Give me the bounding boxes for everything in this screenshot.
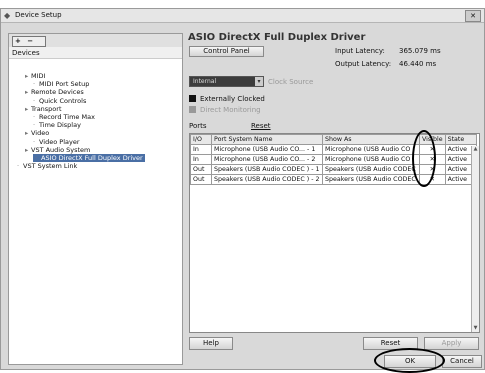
table-cell: Out bbox=[190, 174, 212, 185]
tree-item[interactable]: · Video Player bbox=[33, 138, 80, 146]
toolbar-buttons[interactable]: + − ⏮ bbox=[12, 36, 46, 54]
ok-button-highlight bbox=[374, 348, 445, 373]
scroll-up-icon[interactable]: ▲ bbox=[472, 146, 479, 153]
table-cell: Speakers (USB Audio CODEC ) - 1 bbox=[211, 164, 323, 175]
tree-item[interactable]: · Record Time Max bbox=[33, 113, 95, 121]
devices-header-label: Devices bbox=[12, 49, 40, 57]
tree-item[interactable]: ▸ Remote Devices bbox=[25, 88, 84, 96]
chevron-down-icon: ▾ bbox=[255, 77, 263, 86]
table-cell: Out bbox=[190, 164, 212, 175]
col-state: State bbox=[444, 134, 477, 145]
tree-item[interactable]: · VST System Link bbox=[17, 162, 77, 170]
apply-button[interactable]: Apply bbox=[424, 337, 479, 350]
tree-item-label: VST Audio System bbox=[31, 145, 91, 154]
clock-source-label: Clock Source bbox=[268, 78, 314, 86]
tree-item-label: MIDI Port Setup bbox=[39, 80, 90, 89]
ports-table-panel: I/O Port System Name Show As Visible Sta… bbox=[189, 133, 480, 333]
tree-item-label: Remote Devices bbox=[31, 88, 84, 97]
table-cell: Speakers (USB Audio CODEC ) - 2 bbox=[211, 174, 323, 185]
tree-item[interactable]: · Quick Controls bbox=[33, 97, 86, 105]
devices-panel: + − ⏮ Devices ▸MIDI·MIDI Port Setup▸Remo… bbox=[8, 33, 183, 365]
devices-header: Devices bbox=[9, 47, 182, 59]
help-button[interactable]: Help bbox=[189, 337, 233, 350]
table-cell: Microphone (USB Audio CO... - 2 bbox=[211, 154, 323, 165]
tree-item-label: Video bbox=[31, 129, 50, 138]
tree-item-label: Transport bbox=[31, 104, 62, 113]
table-cell: Microphone (USB Audio CO... - 1 bbox=[211, 144, 323, 155]
cancel-button[interactable]: Cancel bbox=[442, 355, 482, 368]
col-port-system-name: Port System Name bbox=[211, 134, 323, 145]
output-latency-value: 46.440 ms bbox=[399, 60, 437, 68]
tree-item-label: Time Display bbox=[39, 121, 81, 130]
tree-item[interactable]: ▸ VST Audio System bbox=[25, 146, 90, 154]
tree-item[interactable]: · MIDI Port Setup bbox=[33, 80, 89, 88]
title-bar: ◆ Device Setup ✕ bbox=[1, 9, 484, 23]
tree-item[interactable]: · Time Display bbox=[33, 121, 81, 129]
table-cell: Speakers (USB Audio CODEC bbox=[322, 164, 420, 175]
table-cell: In bbox=[190, 144, 212, 155]
close-button[interactable]: ✕ bbox=[465, 10, 481, 22]
app-icon: ◆ bbox=[4, 11, 11, 20]
ports-label: Ports bbox=[189, 122, 207, 130]
clock-source-value: Internal bbox=[193, 78, 217, 85]
input-latency-value: 365.079 ms bbox=[399, 47, 441, 55]
col-io: I/O bbox=[190, 134, 212, 145]
tree-item-label: Quick Controls bbox=[39, 96, 87, 105]
direct-monitoring-label: Direct Monitoring bbox=[200, 106, 261, 114]
table-scrollbar[interactable]: ▲ ▼ bbox=[471, 146, 479, 332]
tree-item-label: Video Player bbox=[39, 137, 80, 146]
tree-item-label: VST System Link bbox=[23, 162, 78, 171]
window-title: Device Setup bbox=[15, 11, 62, 19]
direct-monitoring-checkbox[interactable] bbox=[189, 106, 196, 113]
tree-item-label: ASIO DirectX Full Duplex Driver bbox=[41, 154, 143, 162]
table-cell: Microphone (USB Audio CO bbox=[322, 154, 420, 165]
tree-item-label: MIDI bbox=[31, 72, 46, 80]
clock-source-select[interactable]: Internal ▾ bbox=[189, 76, 264, 87]
input-latency-label: Input Latency: bbox=[335, 47, 385, 55]
externally-clocked-label: Externally Clocked bbox=[200, 95, 265, 103]
visible-column-highlight bbox=[412, 130, 436, 187]
reset-ports-link[interactable]: Reset bbox=[251, 122, 271, 130]
control-panel-button[interactable]: Control Panel bbox=[189, 46, 264, 57]
col-show-as: Show As bbox=[322, 134, 420, 145]
page-title: ASIO DirectX Full Duplex Driver bbox=[188, 32, 366, 43]
device-setup-window: ◆ Device Setup ✕ + − ⏮ Devices ▸MIDI·MID… bbox=[0, 8, 485, 373]
table-cell: Speakers (USB Audio CODEC bbox=[322, 174, 420, 185]
table-cell: In bbox=[190, 154, 212, 165]
tree-item-label: Record Time Max bbox=[39, 113, 95, 121]
tree-item[interactable]: ▸ Transport bbox=[25, 105, 62, 113]
scroll-down-icon[interactable]: ▼ bbox=[472, 325, 479, 332]
tree-item[interactable]: ▸ MIDI bbox=[25, 72, 45, 80]
tree-item[interactable]: ▸ Video bbox=[25, 129, 49, 137]
output-latency-label: Output Latency: bbox=[335, 60, 392, 68]
externally-clocked-checkbox[interactable] bbox=[189, 95, 196, 102]
devices-toolbar: + − ⏮ bbox=[9, 34, 182, 54]
table-cell: Microphone (USB Audio CO bbox=[322, 144, 420, 155]
tree-item[interactable]: · ASIO DirectX Full Duplex Driver bbox=[33, 154, 145, 162]
